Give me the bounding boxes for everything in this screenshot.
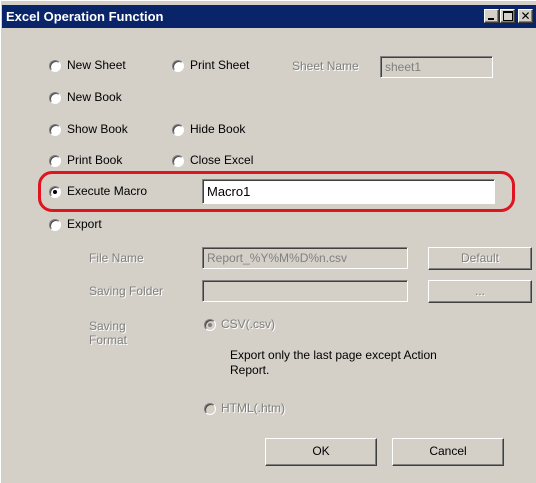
- title-bar: Excel Operation Function ✕: [2, 5, 536, 28]
- csv-note-line2: Report.: [230, 363, 270, 377]
- show-book-label: Show Book: [67, 122, 128, 136]
- saving-folder-label: Saving Folder: [89, 284, 164, 298]
- radio-hide-book[interactable]: [172, 124, 184, 136]
- export-label: Export: [67, 217, 102, 231]
- radio-export[interactable]: [49, 219, 61, 231]
- minimize-button[interactable]: [484, 9, 499, 23]
- saving-format-label-line1: Saving: [89, 319, 126, 333]
- close-excel-label: Close Excel: [190, 153, 254, 167]
- saving-format-label-line2: Format: [89, 333, 128, 347]
- radio-new-sheet[interactable]: [49, 60, 61, 72]
- radio-new-book[interactable]: [49, 92, 61, 104]
- macro-name-input[interactable]: Macro1: [202, 179, 495, 204]
- radio-csv[interactable]: [204, 319, 216, 331]
- radio-close-excel[interactable]: [172, 155, 184, 167]
- file-name-label: File Name: [89, 251, 144, 265]
- browse-button[interactable]: ...: [428, 280, 532, 303]
- hide-book-label: Hide Book: [190, 122, 246, 136]
- file-name-input[interactable]: Report_%Y%M%D%n.csv: [202, 247, 408, 269]
- radio-print-book[interactable]: [49, 155, 61, 167]
- sheet-name-label: Sheet Name: [292, 59, 359, 73]
- radio-html[interactable]: [204, 403, 216, 415]
- radio-execute-macro[interactable]: [49, 186, 61, 198]
- new-book-label: New Book: [67, 90, 122, 104]
- dialog-window: Excel Operation Function ✕ New Sheet Pri…: [0, 0, 536, 483]
- default-button[interactable]: Default: [428, 247, 532, 270]
- close-button[interactable]: ✕: [518, 9, 533, 23]
- new-sheet-label: New Sheet: [67, 58, 126, 72]
- print-book-label: Print Book: [67, 153, 123, 167]
- maximize-icon: [501, 10, 514, 22]
- maximize-button[interactable]: [500, 9, 515, 23]
- cancel-button[interactable]: Cancel: [392, 438, 504, 466]
- sheet-name-input[interactable]: sheet1: [380, 56, 493, 78]
- minimize-icon: [485, 10, 498, 22]
- window-title: Excel Operation Function: [6, 9, 164, 24]
- csv-note-line1: Export only the last page except Action: [230, 348, 437, 362]
- html-option-label: HTML(.htm): [221, 401, 285, 415]
- saving-folder-input[interactable]: [202, 280, 408, 302]
- ok-button[interactable]: OK: [265, 438, 377, 466]
- radio-show-book[interactable]: [49, 124, 61, 136]
- radio-print-sheet[interactable]: [172, 60, 184, 72]
- csv-option-label: CSV(.csv): [221, 317, 275, 331]
- print-sheet-label: Print Sheet: [190, 58, 250, 72]
- execute-macro-label: Execute Macro: [67, 184, 148, 198]
- close-icon: ✕: [520, 9, 531, 23]
